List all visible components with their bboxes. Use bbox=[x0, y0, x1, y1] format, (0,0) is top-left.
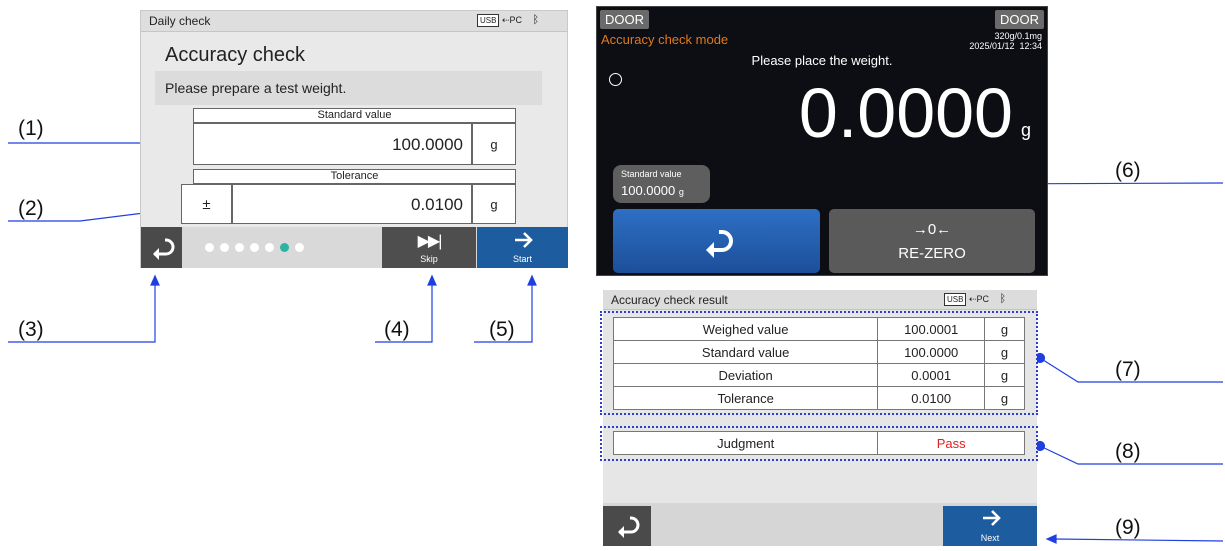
page-indicator bbox=[205, 243, 304, 252]
result-label: Tolerance bbox=[612, 386, 879, 410]
screen-title: Accuracy check result bbox=[611, 293, 728, 307]
capacity-datetime: 320g/0.1mg 2025/01/12 12:34 bbox=[969, 31, 1042, 51]
skip-label: Skip bbox=[420, 254, 438, 264]
status-icons: USB ⇠PC ᛒ bbox=[477, 14, 539, 27]
standard-value-chip-label: Standard value bbox=[621, 169, 682, 179]
standard-unit-box: g bbox=[472, 123, 516, 165]
start-label: Start bbox=[512, 254, 532, 264]
result-label: Deviation bbox=[612, 363, 879, 387]
capacity: 320g/0.1mg bbox=[994, 31, 1042, 41]
standard-value-chip-value: 100.0000 g bbox=[621, 183, 684, 198]
standard-value-caption: Standard value bbox=[193, 108, 516, 123]
result-label: Weighed value bbox=[612, 317, 879, 341]
callout-8: (8) bbox=[1115, 440, 1141, 463]
result-unit: g bbox=[984, 317, 1025, 341]
result-value: 100.0001 bbox=[877, 317, 986, 341]
callout-3: (3) bbox=[18, 318, 44, 341]
pc-connection-icon: ⇠PC bbox=[501, 15, 523, 25]
standard-unit: g bbox=[490, 137, 498, 152]
weight-unit: g bbox=[1020, 120, 1031, 140]
return-button[interactable] bbox=[613, 209, 820, 273]
daily-check-screen: Daily check USB ⇠PC ᛒ Accuracy check Ple… bbox=[140, 10, 568, 268]
callout-9: (9) bbox=[1115, 516, 1141, 539]
judgment-row: Judgment Pass bbox=[612, 431, 1025, 455]
page-heading: Accuracy check bbox=[165, 44, 306, 66]
standard-value-field[interactable]: 100.0000 bbox=[193, 123, 472, 165]
return-arrow-icon bbox=[706, 230, 733, 258]
page-dot-active bbox=[280, 243, 289, 252]
result-row: Deviation 0.0001 g bbox=[612, 363, 1025, 387]
judgment-label: Judgment bbox=[612, 431, 879, 455]
result-row: Weighed value 100.0001 g bbox=[612, 317, 1025, 341]
accuracy-check-result-screen: Accuracy check result USB ⇠PC ᛒ Weighed … bbox=[600, 290, 1038, 546]
re-zero-button[interactable]: →0← RE-ZERO bbox=[829, 209, 1035, 273]
callout-5: (5) bbox=[489, 318, 515, 341]
next-label: Next bbox=[980, 533, 1000, 543]
plus-minus-sign: ± bbox=[202, 196, 211, 213]
callout-7: (7) bbox=[1115, 358, 1141, 381]
result-unit: g bbox=[984, 386, 1025, 410]
tolerance-caption: Tolerance bbox=[193, 169, 516, 184]
start-button[interactable]: Start bbox=[477, 227, 568, 268]
page-dot bbox=[205, 243, 214, 252]
tolerance-field[interactable]: 0.0100 bbox=[232, 184, 472, 224]
re-zero-label: RE-ZERO bbox=[898, 245, 966, 262]
tolerance-sign-box: ± bbox=[181, 184, 232, 224]
bluetooth-icon: ᛒ bbox=[532, 14, 540, 26]
tolerance-unit: g bbox=[490, 197, 498, 212]
mode-title: Accuracy check mode bbox=[601, 32, 729, 47]
right-arrow-icon bbox=[515, 232, 533, 248]
page-dot bbox=[295, 243, 304, 252]
status-icons: USB ⇠PC ᛒ bbox=[944, 293, 1006, 306]
result-unit: g bbox=[984, 340, 1025, 364]
return-arrow-icon bbox=[153, 238, 175, 260]
standard-value-chip: Standard value 100.0000 g bbox=[613, 165, 710, 203]
pc-connection-icon: ⇠PC bbox=[968, 294, 990, 304]
usb-icon: USB bbox=[477, 14, 500, 27]
callout-6: (6) bbox=[1115, 159, 1141, 182]
bluetooth-icon: ᛒ bbox=[999, 293, 1007, 305]
door-right-button[interactable]: DOOR bbox=[995, 10, 1044, 29]
door-left-button[interactable]: DOOR bbox=[600, 10, 649, 29]
return-arrow-icon bbox=[618, 516, 640, 538]
weight-reading: 0.0000 bbox=[798, 74, 1013, 152]
result-value: 0.0100 bbox=[877, 386, 986, 410]
page-dot bbox=[265, 243, 274, 252]
result-row: Tolerance 0.0100 g bbox=[612, 386, 1025, 410]
result-unit: g bbox=[984, 363, 1025, 387]
back-button[interactable] bbox=[603, 506, 651, 546]
result-table: Weighed value 100.0001 g Standard value 100.… bbox=[612, 317, 1025, 410]
callout-4: (4) bbox=[384, 318, 410, 341]
screen-title: Daily check bbox=[149, 14, 211, 28]
callout-1: (1) bbox=[18, 117, 44, 140]
result-value: 100.0000 bbox=[877, 340, 986, 364]
right-arrow-icon bbox=[983, 510, 1001, 526]
usb-icon: USB bbox=[944, 293, 967, 306]
tolerance-value-text: 0.0100 bbox=[411, 195, 463, 214]
datetime: 2025/01/12 12:34 bbox=[969, 41, 1042, 51]
result-label: Standard value bbox=[612, 340, 879, 364]
callout-2: (2) bbox=[18, 197, 44, 220]
result-value: 0.0001 bbox=[877, 363, 986, 387]
instruction-message: Please prepare a test weight. bbox=[155, 71, 542, 105]
accuracy-check-mode-screen: DOOR DOOR Accuracy check mode 320g/0.1mg… bbox=[596, 6, 1048, 276]
next-button[interactable]: Next bbox=[943, 506, 1037, 546]
page-dot bbox=[250, 243, 259, 252]
skip-icon: ▶▶| bbox=[417, 233, 443, 250]
back-button[interactable] bbox=[141, 227, 182, 268]
skip-button[interactable]: ▶▶| Skip bbox=[382, 227, 476, 268]
re-zero-icon: →0← bbox=[912, 221, 952, 238]
tolerance-unit-box: g bbox=[472, 184, 516, 224]
page-dot bbox=[220, 243, 229, 252]
judgment-value: Pass bbox=[877, 431, 1025, 455]
standard-value-text: 100.0000 bbox=[392, 135, 463, 154]
page-dot bbox=[235, 243, 244, 252]
judgment-table: Judgment Pass bbox=[612, 431, 1025, 455]
result-row: Standard value 100.0000 g bbox=[612, 340, 1025, 364]
stability-indicator-icon bbox=[609, 73, 622, 86]
place-weight-message: Please place the weight. bbox=[751, 53, 893, 68]
